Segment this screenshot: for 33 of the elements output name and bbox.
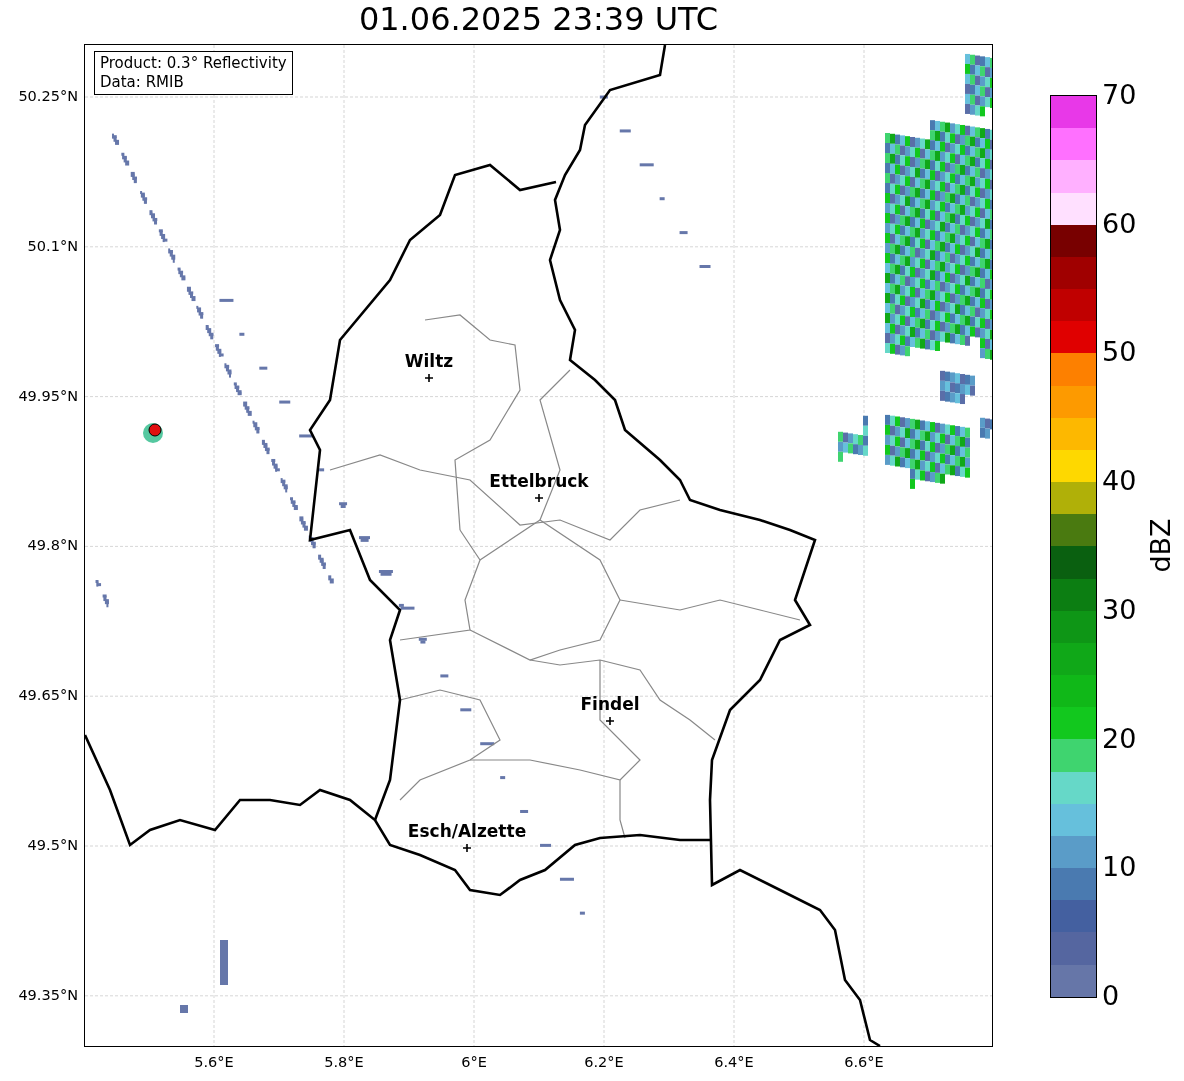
longitude-label: 6°E — [461, 1054, 487, 1070]
latitude-label: 49.8°N — [27, 537, 78, 554]
colorbar-label: dBZ — [1144, 518, 1176, 573]
chart-title: 01.06.2025 23:39 UTC — [357, 0, 720, 40]
colorbar-tick-label: 60 — [1102, 207, 1137, 240]
colorbar-tick-label: 0 — [1102, 980, 1120, 1012]
city-label: Wiltz — [404, 351, 454, 371]
colorbar-tick-label: 50 — [1102, 336, 1137, 369]
colorbar-tick-label: 10 — [1102, 851, 1137, 884]
city-label: Findel — [580, 694, 640, 714]
city-label: Esch/Alzette — [407, 821, 527, 841]
latitude-label: 49.35°N — [18, 986, 78, 1003]
city-marker-icon — [535, 494, 543, 502]
colorbar-tick-label: 30 — [1102, 593, 1137, 626]
longitude-label: 6.6°E — [844, 1054, 884, 1070]
longitude-label: 5.6°E — [194, 1054, 234, 1070]
colorbar-tick-label: 20 — [1102, 722, 1137, 755]
latitude-label: 50.25°N — [18, 88, 78, 104]
latitude-label: 50.1°N — [27, 237, 78, 254]
latitude-label: 49.5°N — [27, 837, 78, 853]
info-text: Product: 0.3° Reflectivity — [100, 54, 287, 73]
latitude-label: 49.95°N — [18, 387, 78, 404]
latitude-label: 49.65°N — [18, 687, 78, 704]
colorbar-tick-label: 40 — [1102, 465, 1137, 498]
city-label: Ettelbruck — [489, 471, 589, 491]
longitude-label: 6.4°E — [714, 1054, 754, 1070]
longitude-label: 5.8°E — [324, 1054, 364, 1070]
city-marker-icon — [463, 844, 471, 852]
city-marker-icon — [425, 374, 433, 382]
info-text: Data: RMIB — [100, 73, 185, 92]
longitude-label: 6.2°E — [584, 1054, 624, 1070]
city-marker-icon — [606, 717, 614, 725]
colorbar-tick-label: 70 — [1102, 79, 1137, 111]
